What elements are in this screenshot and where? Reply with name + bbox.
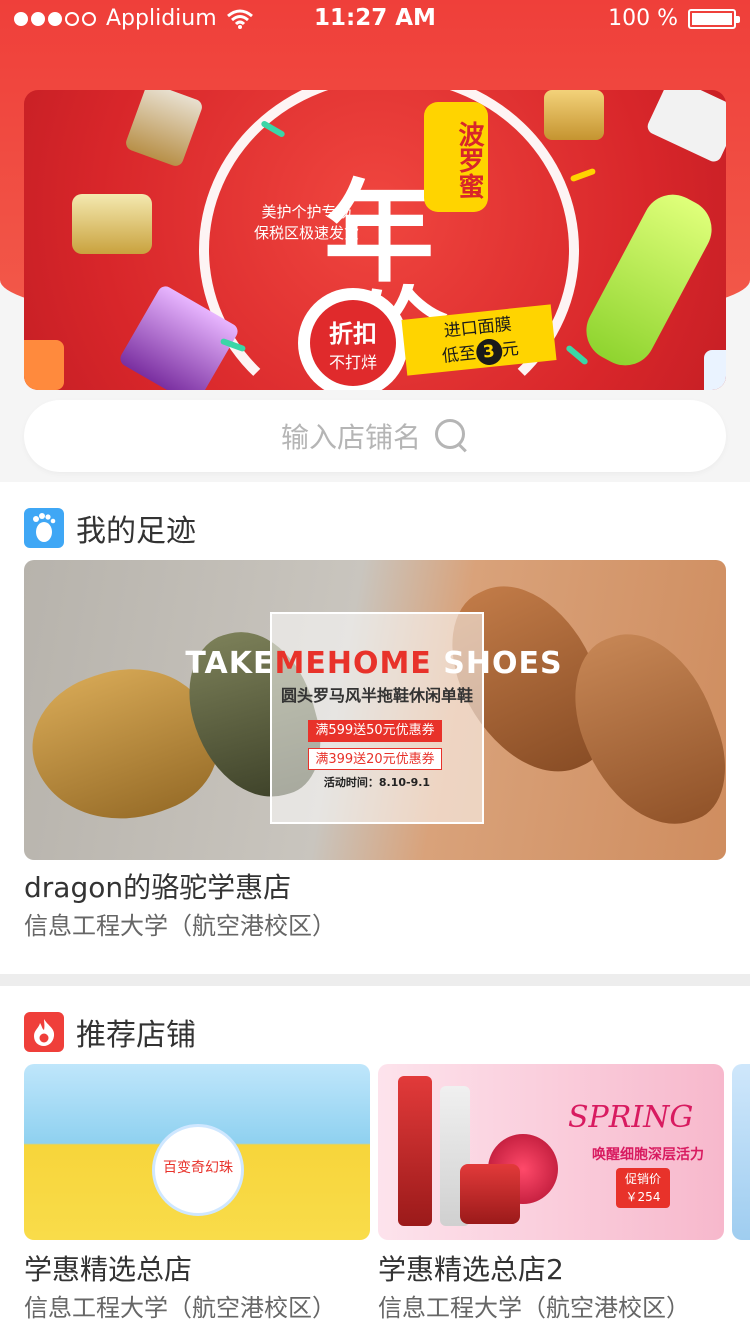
footprint-icon [24,508,64,548]
status-right: 100 % [608,6,740,31]
recommended-title: 推荐店铺 [76,1018,196,1053]
product-white-box [645,90,726,165]
status-bar: Applidium 11:27 AM 100 % [0,0,750,40]
store-card-name[interactable]: 学惠精选总店 [24,1248,192,1288]
flag-number: 3 [474,337,504,367]
recommended-section: 推荐店铺 百变奇幻珠 SPRING 唤醒细胞深层活力 促销价 ￥254 学惠精选… [0,986,750,1334]
product-box [123,90,205,169]
product-bottle [398,1076,432,1226]
promo-date: 活动时间：8.10-9.1 [323,776,431,789]
discount-main: 折扣 [329,320,377,348]
product-jar [460,1164,520,1224]
store-card-badge: 百变奇幻珠 [152,1124,244,1216]
confetti [569,167,597,183]
product-cream-jar [72,194,152,254]
banner-tag: 波罗蜜 [424,102,488,212]
store-card-tagline: 唤醒细胞深层活力 [592,1147,704,1163]
banner-subtitle: 美护个护专场 保税区极速发货 [254,202,359,244]
promo-subtitle: 圆头罗马风半拖鞋休闲单鞋 [280,686,473,705]
coupon-1: 满599送50元优惠券 [308,720,442,742]
store-card-location: 信息工程大学（航空港校区） [24,1294,336,1322]
battery-icon [688,8,740,29]
store-card-headline: SPRING [568,1100,694,1135]
discount-sub: 不打烊 [328,353,377,372]
store-card-image[interactable]: 百变奇幻珠 [24,1064,370,1240]
product-gold-box [544,90,604,140]
footprint-store-banner[interactable]: TAKEMEHOME SHOES 圆头罗马风半拖鞋休闲单鞋 满599送50元优惠… [24,560,726,860]
product-orange-box [24,340,64,390]
product-blue-box [704,350,726,390]
banner-subtitle-line2: 保税区极速发货 [254,224,360,242]
store-card-image-partial[interactable] [732,1064,750,1240]
banner-subtitle-line1: 美护个护专场 [261,203,352,221]
store-card-location: 信息工程大学（航空港校区） [378,1294,690,1322]
store-card-image[interactable]: SPRING 唤醒细胞深层活力 促销价 ￥254 [378,1064,724,1240]
footprint-store-name[interactable]: dragon的骆驼学惠店 [24,866,291,906]
store-card-name[interactable]: 学惠精选总店2 [378,1248,564,1288]
promo-box [270,612,484,824]
promo-banner[interactable]: 年 价 波罗蜜 美护个护专场 保税区极速发货 折扣 不打烊 进口面膜 低至3元 [24,90,726,390]
store-search-input[interactable]: 输入店铺名 [24,400,726,472]
product-green-bottle [575,184,723,376]
footprint-title: 我的足迹 [76,514,196,549]
discount-badge: 折扣 不打烊 [298,288,408,390]
coupon-2: 满399送20元优惠券 [308,748,442,770]
recommended-header: 推荐店铺 [24,1010,196,1054]
promo-title: TAKEMEHOME SHOES [185,646,563,681]
footprint-header: 我的足迹 [24,506,196,550]
search-icon[interactable] [435,419,469,453]
fire-icon [24,1012,64,1052]
footprint-section: 我的足迹 TAKEMEHOME SHOES 圆头罗马风半拖鞋休闲单鞋 满599送… [0,482,750,974]
footprint-store-location: 信息工程大学（航空港校区） [24,912,336,940]
store-card-price: 促销价 ￥254 [616,1168,670,1208]
search-placeholder: 输入店铺名 [280,421,421,454]
confetti [565,344,589,366]
battery-percent: 100 % [608,6,678,31]
